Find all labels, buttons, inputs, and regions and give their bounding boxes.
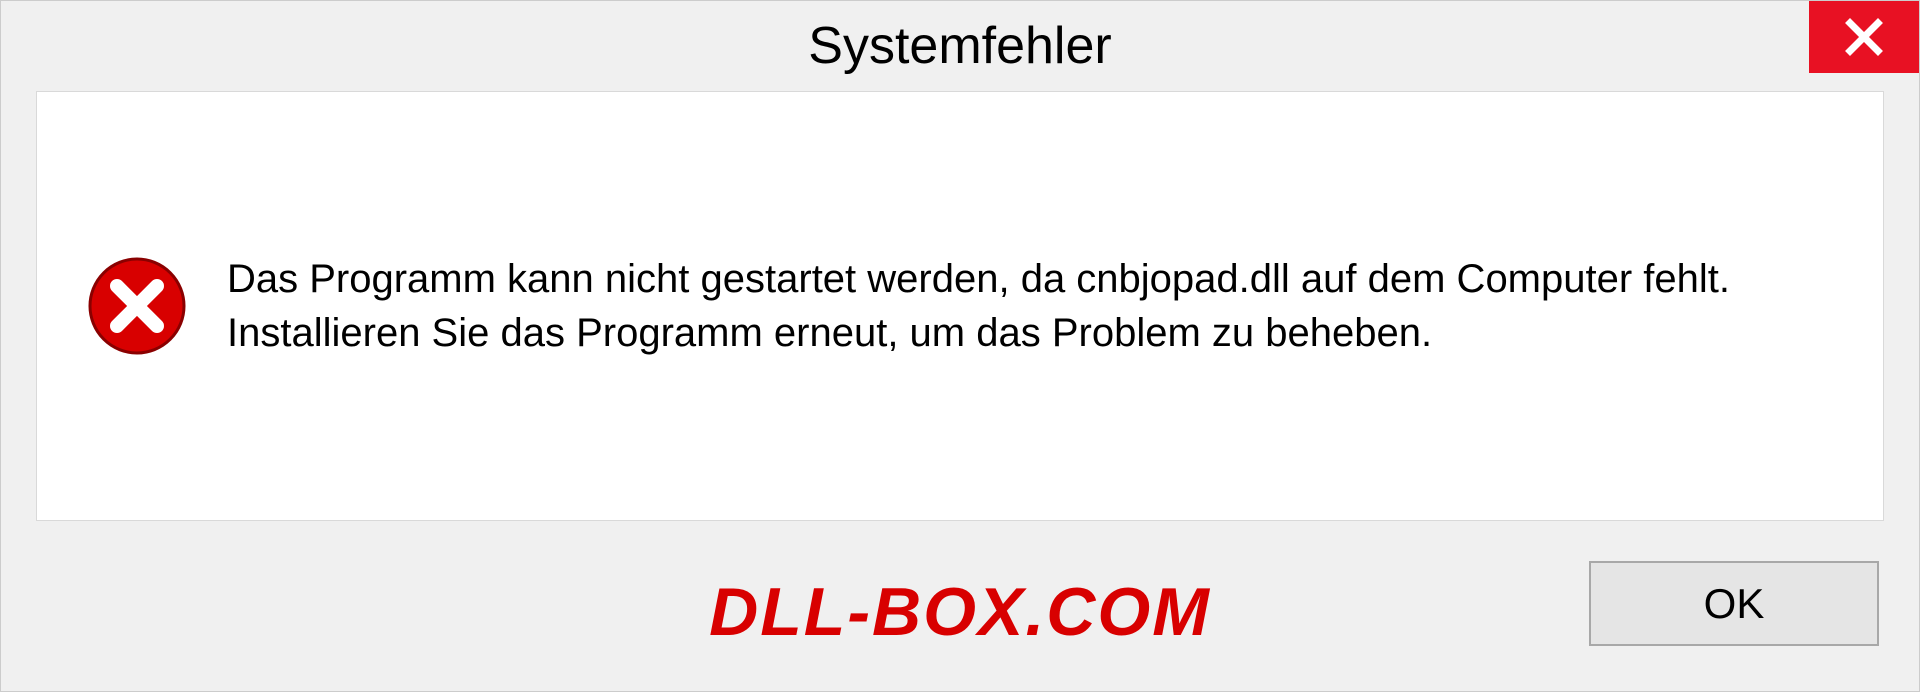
close-button[interactable]: [1809, 1, 1919, 73]
footer: DLL-BOX.COM OK: [1, 521, 1919, 681]
error-icon: [87, 256, 187, 356]
error-dialog: Systemfehler Das Programm kann nicht ges…: [0, 0, 1920, 692]
ok-button-label: OK: [1704, 580, 1765, 628]
error-message: Das Programm kann nicht gestartet werden…: [227, 252, 1833, 360]
watermark-text: DLL-BOX.COM: [709, 573, 1211, 651]
content-panel: Das Programm kann nicht gestartet werden…: [36, 91, 1884, 521]
dialog-title: Systemfehler: [808, 16, 1111, 76]
close-icon: [1844, 17, 1884, 57]
titlebar: Systemfehler: [1, 1, 1919, 91]
ok-button[interactable]: OK: [1589, 561, 1879, 646]
